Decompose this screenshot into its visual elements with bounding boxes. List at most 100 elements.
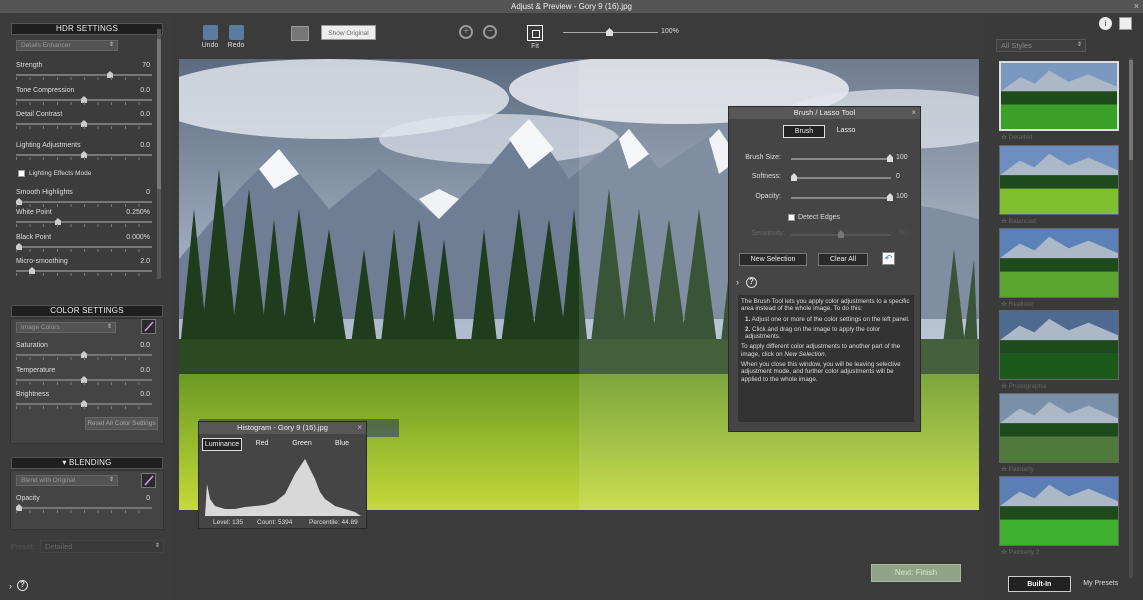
hdr-slider[interactable] bbox=[16, 198, 152, 205]
slider-ticks bbox=[16, 406, 152, 409]
help-p2: To apply different color adjustments to … bbox=[741, 343, 901, 358]
style-thumbnail[interactable] bbox=[999, 145, 1119, 215]
hdr-slider[interactable] bbox=[16, 151, 152, 158]
close-icon[interactable]: × bbox=[357, 422, 362, 434]
zoom-slider-thumb[interactable] bbox=[606, 28, 613, 36]
color-mode-dropdown[interactable]: Image Colors ⇕ bbox=[16, 322, 116, 333]
help-icon[interactable]: ? bbox=[17, 580, 28, 591]
fit-button[interactable]: Fit bbox=[527, 25, 543, 50]
tab-built-in[interactable]: Built-In bbox=[1008, 576, 1071, 592]
color-slider-value: 0.0 bbox=[140, 367, 150, 374]
style-thumbnail[interactable] bbox=[999, 228, 1119, 298]
color-mode-value: Image Colors bbox=[21, 324, 60, 331]
preset-value: Detailed bbox=[45, 542, 73, 551]
scrollbar-thumb[interactable] bbox=[157, 39, 161, 189]
star-icon[interactable]: ☆ bbox=[1001, 134, 1007, 141]
eyedropper-icon bbox=[144, 321, 154, 332]
hdr-slider[interactable] bbox=[16, 267, 152, 274]
blend-picker-button[interactable] bbox=[141, 473, 156, 488]
slider-ticks bbox=[16, 357, 152, 360]
color-slider[interactable] bbox=[16, 400, 152, 407]
blend-opacity-label: Opacity bbox=[16, 495, 40, 502]
styles-scrollbar[interactable] bbox=[1129, 58, 1133, 578]
preset-dropdown[interactable]: Detailed ⇕ bbox=[40, 540, 164, 553]
star-icon[interactable]: ☆ bbox=[1001, 466, 1007, 473]
info-icon[interactable]: i bbox=[1099, 17, 1112, 30]
scrollbar-thumb[interactable] bbox=[1129, 60, 1133, 160]
undo-selection-icon[interactable]: ↶ bbox=[882, 252, 895, 265]
color-slider[interactable] bbox=[16, 351, 152, 358]
split-view-icon[interactable] bbox=[291, 26, 309, 41]
reset-color-settings-button[interactable]: Reset All Color Settings bbox=[85, 417, 158, 430]
zoom-in-icon[interactable]: + bbox=[459, 25, 473, 39]
slider-thumb bbox=[838, 230, 844, 238]
tab-brush[interactable]: Brush bbox=[783, 125, 825, 138]
clear-all-button[interactable]: Clear All bbox=[818, 253, 868, 266]
slider-thumb[interactable] bbox=[887, 154, 893, 162]
grid-view-icon[interactable] bbox=[1119, 17, 1132, 30]
blending-header[interactable]: ▾ BLENDING bbox=[11, 457, 163, 469]
dropdown-arrows-icon: ⇕ bbox=[108, 42, 114, 48]
hdr-slider[interactable] bbox=[16, 243, 152, 250]
close-icon[interactable]: × bbox=[1134, 0, 1139, 13]
style-label: ☆ Painterly bbox=[1001, 465, 1034, 473]
histogram-level: Level: 135 bbox=[213, 519, 243, 526]
close-icon[interactable]: × bbox=[911, 107, 916, 119]
star-icon[interactable]: ☆ bbox=[1001, 301, 1007, 308]
hdr-settings-header[interactable]: HDR SETTINGS bbox=[11, 23, 163, 35]
style-preview-image bbox=[1000, 311, 1118, 379]
tab-lasso[interactable]: Lasso bbox=[825, 125, 867, 138]
brush-slider[interactable] bbox=[791, 193, 893, 201]
style-thumbnail[interactable] bbox=[999, 476, 1119, 546]
star-icon[interactable]: ☆ bbox=[1001, 549, 1007, 556]
tab-red[interactable]: Red bbox=[242, 438, 282, 451]
zoom-out-icon[interactable]: − bbox=[483, 25, 497, 39]
undo-button[interactable]: Undo bbox=[201, 25, 219, 49]
star-icon[interactable]: ☆ bbox=[1001, 218, 1007, 225]
tab-green[interactable]: Green bbox=[282, 438, 322, 451]
hdr-slider[interactable] bbox=[16, 120, 152, 127]
redo-button[interactable]: Redo bbox=[227, 25, 245, 49]
tab-my-presets[interactable]: My Presets bbox=[1071, 576, 1132, 592]
color-settings-header[interactable]: COLOR SETTINGS bbox=[11, 305, 163, 317]
slider-thumb[interactable] bbox=[887, 193, 893, 201]
tab-blue[interactable]: Blue bbox=[322, 438, 362, 451]
sensitivity-value: 50 bbox=[899, 230, 907, 237]
hdr-preset-dropdown[interactable]: Details Enhancer ⇕ bbox=[16, 40, 118, 51]
hdr-slider[interactable] bbox=[16, 218, 152, 225]
hdr-slider-label: Lighting Adjustments bbox=[16, 142, 81, 149]
next-finish-button[interactable]: Next: Finish bbox=[871, 564, 961, 582]
histogram-titlebar[interactable]: Histogram - Gory 9 (16).jpg × bbox=[199, 422, 366, 434]
style-thumbnail[interactable] bbox=[999, 393, 1119, 463]
color-slider-label: Saturation bbox=[16, 342, 48, 349]
new-selection-button[interactable]: New Selection bbox=[739, 253, 807, 266]
hdr-slider-value: 0.0 bbox=[140, 87, 150, 94]
slider-ticks bbox=[16, 157, 152, 160]
brush-slider-value: 100 bbox=[896, 193, 908, 200]
left-scrollbar[interactable] bbox=[157, 29, 161, 279]
color-slider[interactable] bbox=[16, 376, 152, 383]
color-picker-button[interactable] bbox=[141, 319, 156, 334]
help-icon[interactable]: ? bbox=[746, 277, 757, 288]
collapse-chevron-icon[interactable]: › bbox=[736, 277, 739, 287]
style-thumbnail[interactable] bbox=[999, 310, 1119, 380]
slider-ticks bbox=[16, 510, 152, 513]
lighting-effects-checkbox[interactable] bbox=[18, 170, 25, 177]
brush-titlebar[interactable]: Brush / Lasso Tool × bbox=[729, 107, 920, 119]
show-original-button[interactable]: Show Original bbox=[321, 25, 376, 40]
detect-edges-checkbox[interactable] bbox=[788, 214, 795, 221]
hdr-slider[interactable] bbox=[16, 71, 152, 78]
style-thumbnail[interactable] bbox=[999, 61, 1119, 131]
brush-slider[interactable] bbox=[791, 173, 891, 181]
hdr-slider[interactable] bbox=[16, 96, 152, 103]
slider-thumb[interactable] bbox=[791, 173, 797, 181]
styles-filter-dropdown[interactable]: All Styles ⇕ bbox=[996, 39, 1086, 52]
tab-luminance[interactable]: Luminance bbox=[202, 438, 242, 451]
histogram-percentile: Percentile: 44.89 bbox=[309, 519, 358, 526]
star-icon[interactable]: ☆ bbox=[1001, 383, 1007, 390]
expand-chevron-icon[interactable]: › bbox=[9, 581, 12, 591]
blend-mode-dropdown[interactable]: Blend with Original ⇕ bbox=[16, 475, 118, 486]
style-name: Photographic bbox=[1008, 383, 1047, 390]
blend-opacity-slider[interactable] bbox=[16, 504, 152, 511]
brush-slider[interactable] bbox=[791, 154, 893, 162]
